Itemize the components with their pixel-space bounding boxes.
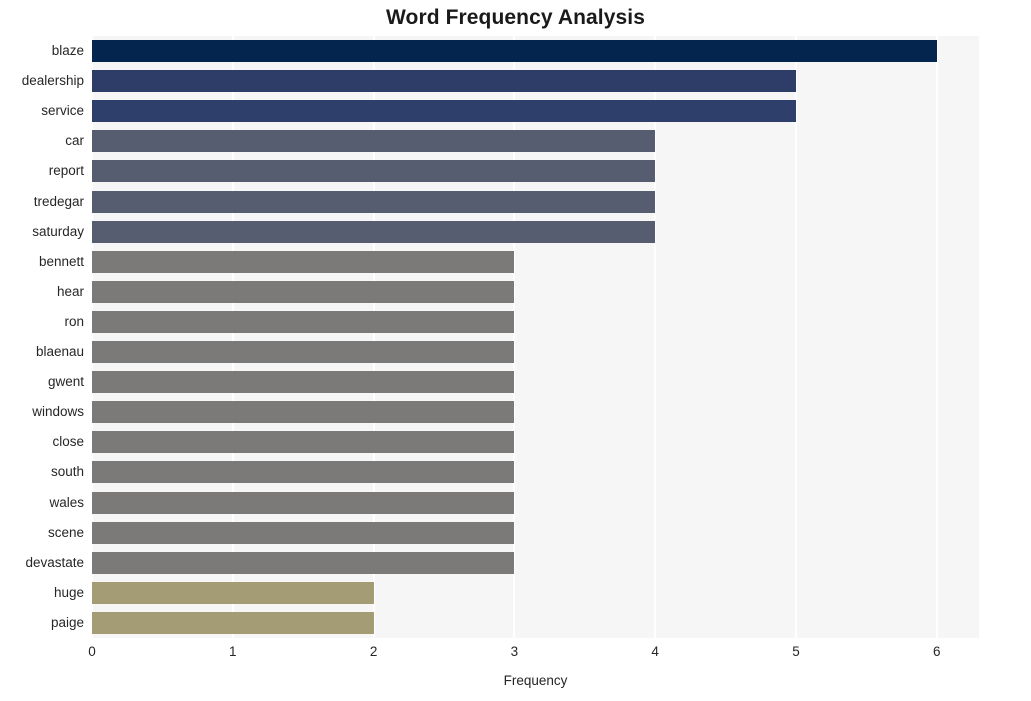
bar-saturday[interactable] [92, 221, 656, 243]
bar-fill [92, 401, 515, 423]
bar-fill [92, 191, 656, 213]
bar-fill [92, 341, 515, 363]
y-tick-label-saturday: saturday [32, 224, 84, 239]
bar-series [92, 36, 979, 638]
bar-bennett[interactable] [92, 251, 515, 273]
x-tick-label-3: 3 [510, 644, 519, 659]
bar-ron[interactable] [92, 311, 515, 333]
bar-fill [92, 130, 656, 152]
bar-fill [92, 582, 374, 604]
y-axis-labels: blaze dealership service car report tredegar s… [0, 36, 84, 638]
bar-fill [92, 552, 515, 574]
bar-blaze[interactable] [92, 40, 937, 62]
bar-huge[interactable] [92, 582, 374, 604]
bar-dealership[interactable] [92, 70, 796, 92]
bar-fill [92, 160, 656, 182]
bar-fill [92, 221, 656, 243]
y-tick-label-devastate: devastate [25, 555, 84, 570]
x-tick-label-6: 6 [932, 644, 941, 659]
bar-fill [92, 612, 374, 634]
bar-fill [92, 281, 515, 303]
y-tick-label-blaze: blaze [51, 43, 84, 58]
plot-area [92, 36, 979, 638]
y-tick-label-paige: paige [50, 615, 84, 630]
y-tick-label-gwent: gwent [47, 374, 84, 389]
y-tick-label-service: service [41, 103, 84, 118]
y-tick-label-huge: huge [53, 585, 84, 600]
bar-blaenau[interactable] [92, 341, 515, 363]
bar-fill [92, 461, 515, 483]
y-tick-label-car: car [65, 133, 84, 148]
bar-devastate[interactable] [92, 552, 515, 574]
bar-fill [92, 100, 796, 122]
bar-windows[interactable] [92, 401, 515, 423]
bar-south[interactable] [92, 461, 515, 483]
y-tick-label-windows: windows [32, 404, 84, 419]
y-tick-label-wales: wales [49, 495, 84, 510]
x-tick-label-4: 4 [651, 644, 659, 659]
y-tick-label-hear: hear [56, 284, 84, 299]
bar-fill [92, 311, 515, 333]
y-tick-label-dealership: dealership [21, 73, 84, 88]
y-tick-label-ron: ron [64, 314, 84, 329]
x-tick-label-0: 0 [88, 644, 96, 659]
chart-title: Word Frequency Analysis [385, 6, 646, 29]
y-tick-label-south: south [50, 464, 84, 479]
bar-gwent[interactable] [92, 371, 515, 393]
bar-service[interactable] [92, 100, 796, 122]
bar-fill [92, 522, 515, 544]
bar-fill [92, 431, 515, 453]
x-axis-title: Frequency [503, 673, 568, 688]
x-axis-ticks: 0 1 2 3 4 5 6 [88, 638, 979, 664]
bar-fill [92, 492, 515, 514]
bar-fill [92, 70, 796, 92]
word-frequency-bar-chart: Word Frequency Analysis blaze dealership s… [0, 0, 1031, 701]
x-tick-label-1: 1 [229, 644, 237, 659]
bar-close[interactable] [92, 431, 515, 453]
bar-fill [92, 251, 515, 273]
y-tick-label-close: close [52, 434, 84, 449]
bar-fill [92, 371, 515, 393]
y-tick-label-report: report [48, 163, 84, 178]
bar-report[interactable] [92, 160, 656, 182]
bar-scene[interactable] [92, 522, 515, 544]
y-tick-label-bennett: bennett [38, 254, 84, 269]
bar-tredegar[interactable] [92, 191, 656, 213]
y-tick-label-tredegar: tredegar [33, 194, 84, 209]
bar-hear[interactable] [92, 281, 515, 303]
bar-paige[interactable] [92, 612, 374, 634]
y-tick-label-blaenau: blaenau [35, 344, 84, 359]
x-tick-label-2: 2 [369, 644, 378, 659]
y-tick-label-scene: scene [47, 525, 84, 540]
bar-car[interactable] [92, 130, 656, 152]
bar-fill [92, 40, 937, 62]
bar-wales[interactable] [92, 492, 515, 514]
x-tick-label-5: 5 [792, 644, 800, 659]
